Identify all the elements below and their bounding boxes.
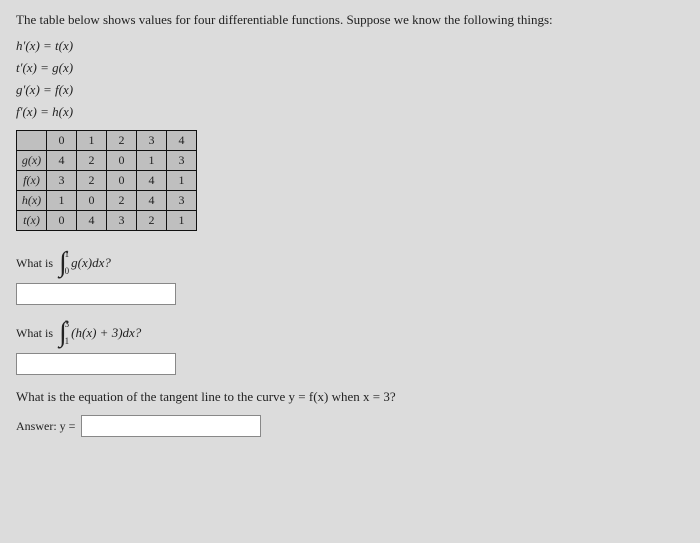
table-header-row: 0 1 2 3 4 — [17, 131, 197, 151]
table-corner — [17, 131, 47, 151]
cell: 3 — [107, 211, 137, 231]
question-1: What is ∫ 1 0 g(x)dx? — [16, 249, 684, 277]
col-header: 2 — [107, 131, 137, 151]
integral-icon: ∫ 3 1 (h(x) + 3)dx? — [59, 319, 141, 347]
equation-h-prime: h′(x) = t(x) — [16, 38, 684, 54]
equation-g-prime: g′(x) = f(x) — [16, 82, 684, 98]
cell: 4 — [137, 171, 167, 191]
cell: 3 — [167, 191, 197, 211]
cell: 2 — [137, 211, 167, 231]
cell: 2 — [107, 191, 137, 211]
q3-answer-input[interactable] — [81, 415, 261, 437]
cell: 4 — [137, 191, 167, 211]
integral-icon: ∫ 1 0 g(x)dx? — [59, 249, 111, 277]
question-2: What is ∫ 3 1 (h(x) + 3)dx? — [16, 319, 684, 347]
cell: 0 — [107, 171, 137, 191]
col-header: 0 — [47, 131, 77, 151]
col-header: 4 — [167, 131, 197, 151]
q3-answer-label: Answer: y = — [16, 419, 75, 434]
values-table: 0 1 2 3 4 g(x) 4 2 0 1 3 f(x) 3 2 0 4 1 … — [16, 130, 684, 231]
col-header: 3 — [137, 131, 167, 151]
row-label-f: f(x) — [17, 171, 47, 191]
cell: 0 — [47, 211, 77, 231]
q2-answer-input[interactable] — [16, 353, 176, 375]
cell: 1 — [167, 171, 197, 191]
q2-prefix: What is — [16, 326, 53, 341]
cell: 1 — [167, 211, 197, 231]
col-header: 1 — [77, 131, 107, 151]
cell: 3 — [47, 171, 77, 191]
equation-f-prime: f′(x) = h(x) — [16, 104, 684, 120]
cell: 1 — [137, 151, 167, 171]
table-row: g(x) 4 2 0 1 3 — [17, 151, 197, 171]
question-3: What is the equation of the tangent line… — [16, 389, 684, 405]
table-row: h(x) 1 0 2 4 3 — [17, 191, 197, 211]
q1-prefix: What is — [16, 256, 53, 271]
cell: 1 — [47, 191, 77, 211]
table-row: t(x) 0 4 3 2 1 — [17, 211, 197, 231]
cell: 2 — [77, 151, 107, 171]
problem-intro: The table below shows values for four di… — [16, 12, 684, 28]
cell: 0 — [77, 191, 107, 211]
q1-answer-input[interactable] — [16, 283, 176, 305]
table-row: f(x) 3 2 0 4 1 — [17, 171, 197, 191]
row-label-g: g(x) — [17, 151, 47, 171]
q2-integrand: (h(x) + 3)dx? — [71, 325, 141, 341]
equation-t-prime: t′(x) = g(x) — [16, 60, 684, 76]
cell: 4 — [77, 211, 107, 231]
q1-integrand: g(x)dx? — [71, 255, 111, 271]
row-label-t: t(x) — [17, 211, 47, 231]
cell: 0 — [107, 151, 137, 171]
cell: 4 — [47, 151, 77, 171]
row-label-h: h(x) — [17, 191, 47, 211]
cell: 2 — [77, 171, 107, 191]
cell: 3 — [167, 151, 197, 171]
q3-answer-row: Answer: y = — [16, 415, 684, 437]
